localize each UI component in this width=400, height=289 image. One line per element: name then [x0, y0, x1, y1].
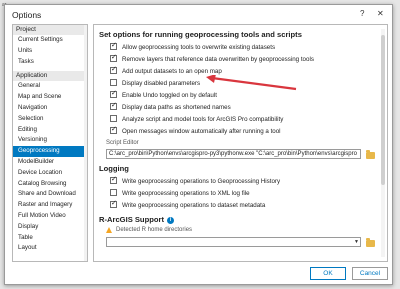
checkbox[interactable] [110, 65, 117, 74]
section-heading-r-arcgis: R-ArcGIS Support i [99, 215, 174, 224]
title-bar: Options ? ✕ [5, 5, 392, 25]
sidebar-item-device-location[interactable]: Device Location [13, 168, 87, 179]
annotation-arrow [206, 75, 297, 91]
option-remove-layers[interactable]: Remove layers that reference data overwr… [110, 53, 314, 64]
option-log-metadata[interactable]: Write geoprocessing operations to datase… [110, 199, 266, 210]
option-label: Add output datasets to an open map [122, 68, 222, 75]
sidebar-item-modelbuilder[interactable]: ModelBuilder [13, 157, 87, 168]
r-detected-label: Detected R home directories [116, 227, 193, 233]
option-overwrite-datasets[interactable]: Allow geoprocessing tools to overwrite e… [110, 41, 276, 52]
option-label: Write geoprocessing operations to datase… [122, 202, 266, 209]
option-label: Display disabled parameters [122, 80, 201, 87]
checkbox[interactable] [110, 115, 117, 122]
dialog-title: Options [12, 10, 42, 20]
sidebar-item-navigation[interactable]: Navigation [13, 103, 87, 114]
sidebar-item-tasks[interactable]: Tasks [13, 57, 87, 68]
checkbox[interactable] [110, 175, 117, 184]
sidebar-item-selection[interactable]: Selection [13, 114, 87, 125]
option-label: Write geoprocessing operations to Geopro… [122, 178, 281, 185]
options-dialog: Options ? ✕ Project Current Settings Uni… [4, 4, 393, 285]
checkbox[interactable] [110, 101, 117, 110]
sidebar-item-raster-and-imagery[interactable]: Raster and Imagery [13, 200, 87, 211]
chevron-down-icon[interactable]: ▼ [354, 239, 359, 245]
sidebar-item-full-motion-video[interactable]: Full Motion Video [13, 211, 87, 222]
sidebar-item-share-and-download[interactable]: Share and Download [13, 189, 87, 200]
sidebar-item-table[interactable]: Table [13, 233, 87, 244]
sidebar-item-general[interactable]: General [13, 81, 87, 92]
sidebar-group-project: Project [13, 25, 87, 35]
sidebar-group-application: Application [13, 71, 87, 82]
option-label: Open messages window automatically after… [122, 128, 281, 135]
option-label: Display data paths as shortened names [122, 104, 231, 111]
sidebar-item-units[interactable]: Units [13, 46, 87, 57]
panel-scrollbar[interactable] [381, 29, 385, 257]
close-icon[interactable]: ✕ [377, 9, 384, 18]
folder-icon[interactable] [366, 238, 375, 247]
option-label: Analyze script and model tools for ArcGI… [122, 116, 284, 123]
warning-icon [106, 227, 112, 233]
section-heading-geoprocessing: Set options for running geoprocessing to… [99, 30, 302, 39]
checkbox[interactable] [110, 79, 117, 86]
checkbox[interactable] [110, 199, 117, 208]
sidebar-item-geoprocessing[interactable]: Geoprocessing [13, 146, 87, 157]
sidebar-item-display[interactable]: Display [13, 222, 87, 233]
option-analyze-compatibility[interactable]: Analyze script and model tools for ArcGI… [110, 115, 283, 124]
script-editor-input[interactable]: C:\arc_pro\bin\Python\envs\arcgispro-py3… [106, 149, 361, 159]
option-label: Allow geoprocessing tools to overwrite e… [122, 44, 276, 51]
option-log-xml[interactable]: Write geoprocessing operations to XML lo… [110, 189, 250, 198]
checkbox[interactable] [110, 53, 117, 62]
folder-icon[interactable] [366, 150, 375, 159]
checkbox[interactable] [110, 89, 117, 98]
sidebar-item-layout[interactable]: Layout [13, 243, 87, 254]
option-label: Remove layers that reference data overwr… [122, 56, 314, 63]
sidebar-item-current-settings[interactable]: Current Settings [13, 35, 87, 46]
option-label: Write geoprocessing operations to XML lo… [122, 190, 250, 197]
help-icon[interactable]: ? [360, 9, 364, 18]
cancel-button[interactable]: Cancel [352, 267, 388, 280]
checkbox[interactable] [110, 41, 117, 50]
script-editor-label: Script Editor [106, 140, 139, 146]
options-sidebar: Project Current Settings Units Tasks App… [12, 24, 88, 262]
scrollbar-thumb[interactable] [381, 35, 385, 185]
info-icon[interactable]: i [166, 217, 174, 224]
ok-button[interactable]: OK [310, 267, 346, 280]
option-display-disabled-parameters[interactable]: Display disabled parameters [110, 79, 200, 88]
sidebar-item-editing[interactable]: Editing [13, 125, 87, 136]
sidebar-scrollbar[interactable] [84, 25, 87, 261]
section-heading-logging: Logging [99, 164, 129, 173]
option-log-history[interactable]: Write geoprocessing operations to Geopro… [110, 175, 281, 186]
geoprocessing-options-panel: Set options for running geoprocessing to… [93, 24, 388, 262]
r-heading-text: R-ArcGIS Support [99, 215, 164, 224]
checkbox[interactable] [110, 125, 117, 134]
sidebar-item-versioning[interactable]: Versioning [13, 135, 87, 146]
checkbox[interactable] [110, 189, 117, 196]
r-home-directory-select[interactable] [106, 237, 361, 247]
sidebar-item-catalog-browsing[interactable]: Catalog Browsing [13, 179, 87, 190]
option-open-messages-window[interactable]: Open messages window automatically after… [110, 125, 281, 136]
sidebar-item-map-and-scene[interactable]: Map and Scene [13, 92, 87, 103]
